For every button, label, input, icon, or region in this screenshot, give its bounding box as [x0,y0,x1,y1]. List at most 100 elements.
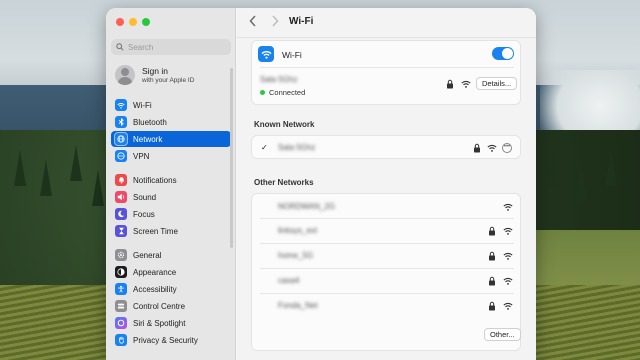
wifi-label: Wi-Fi [282,50,302,60]
search-input[interactable] [128,42,228,52]
sidebar-group-network: Wi-Fi Bluetooth Network VPN [111,97,231,165]
sidebar-item-label: Bluetooth [133,117,167,127]
appearance-icon [115,266,127,278]
close-window-button[interactable] [116,18,124,26]
lock-icon [489,301,495,311]
connection-status: Connected [260,88,305,97]
network-name: casa4 [278,276,300,285]
wifi-signal-icon [503,227,513,235]
sidebar-item-label: Notifications [133,175,177,185]
hourglass-icon [115,225,127,237]
sidebar-item-label: Control Centre [133,301,186,311]
sidebar-item-accessibility[interactable]: Accessibility [111,281,231,297]
wifi-pane: Wi-Fi Wi-Fi Sala 5Ghz Connected Details.… [237,8,536,360]
zoom-window-button[interactable] [142,18,150,26]
list-item[interactable]: casa4 [252,269,522,293]
sidebar-item-label: Sound [133,192,157,202]
current-network-name: Sala 5Ghz [260,75,298,84]
lock-icon [489,251,495,261]
avatar [115,65,135,85]
window-controls [116,18,150,26]
sidebar-item-general[interactable]: General [111,247,231,263]
wifi-icon [258,46,274,62]
forward-button[interactable] [268,15,282,29]
sidebar-item-notifications[interactable]: Notifications [111,172,231,188]
network-name: home_5G [278,251,314,260]
network-name: linksys_ext [278,226,318,235]
wifi-signal-icon [503,302,513,310]
sidebar-item-focus[interactable]: Focus [111,206,231,222]
wifi-signal-icon [461,80,471,88]
sidebar-item-appearance[interactable]: Appearance [111,264,231,280]
sidebar-search[interactable] [111,39,231,55]
wifi-signal-icon [503,203,513,211]
list-item[interactable]: linksys_ext [252,219,522,243]
lock-icon [489,226,495,236]
list-item[interactable]: Fonda_Net [252,294,522,318]
details-button[interactable]: Details... [476,77,518,90]
sidebar-group-general: General Appearance Accessibility Control… [111,247,231,349]
lock-icon [474,143,480,153]
sidebar-item-wifi[interactable]: Wi-Fi [111,97,231,113]
search-icon [116,43,124,51]
list-item[interactable]: home_5G [252,244,522,268]
sidebar-group-notifications: Notifications Sound Focus Screen Time [111,172,231,240]
sidebar-item-label: Screen Time [133,226,178,236]
wifi-toggle[interactable] [492,47,514,60]
control-centre-icon [115,300,127,312]
back-button[interactable] [246,15,260,29]
more-options-button[interactable]: ••• [502,143,512,153]
other-networks-list: NORDWAN_2G linksys_ext home_5G casa4 Fon… [251,193,521,351]
sidebar-scrollbar[interactable] [230,68,233,248]
sidebar-item-label: Privacy & Security [133,335,198,345]
apple-id-sign-in[interactable]: Sign in with your Apple ID [115,65,194,85]
sidebar-item-privacy-security[interactable]: Privacy & Security [111,332,231,348]
list-item[interactable]: NORDWAN_2G [252,194,522,218]
page-title: Wi-Fi [289,16,314,27]
gear-icon [115,249,127,261]
sidebar-item-control-centre[interactable]: Control Centre [111,298,231,314]
lock-icon [447,79,453,89]
toolbar: Wi-Fi [237,8,536,38]
account-name: Sign in [142,66,168,76]
sidebar-item-label: Focus [133,209,155,219]
wifi-signal-icon [503,252,513,260]
bluetooth-icon [115,116,127,128]
sidebar: Sign in with your Apple ID Wi-Fi Bluetoo… [106,8,236,360]
connected-dot [260,90,265,95]
known-networks-list: ✓ Sala 5Ghz ••• [251,135,521,159]
hand-icon [115,334,127,346]
wifi-signal-icon [487,144,497,152]
sidebar-item-label: Appearance [133,267,177,277]
bell-icon [115,174,127,186]
sidebar-item-label: Wi-Fi [133,100,152,110]
minimize-window-button[interactable] [129,18,137,26]
sidebar-item-screen-time[interactable]: Screen Time [111,223,231,239]
sidebar-item-bluetooth[interactable]: Bluetooth [111,114,231,130]
wifi-signal-icon [503,277,513,285]
other-network-button[interactable]: Other... [484,328,521,341]
accessibility-icon [115,283,127,295]
divider [260,67,514,68]
account-subtitle: with your Apple ID [142,77,195,84]
sidebar-item-sound[interactable]: Sound [111,189,231,205]
speaker-icon [115,191,127,203]
sidebar-item-label: VPN [133,151,150,161]
globe-icon [115,133,127,145]
sidebar-item-network[interactable]: Network [111,131,231,147]
sidebar-item-label: Accessibility [133,284,177,294]
checkmark-icon: ✓ [261,143,268,152]
network-name: Sala 5Ghz [278,143,316,152]
list-item[interactable]: ✓ Sala 5Ghz ••• [252,136,522,160]
sidebar-item-label: General [133,250,162,260]
system-settings-window: Sign in with your Apple ID Wi-Fi Bluetoo… [106,8,536,360]
vpn-icon [115,150,127,162]
known-networks-heading: Known Network [254,120,315,129]
sidebar-item-label: Siri & Spotlight [133,318,186,328]
sidebar-item-siri-spotlight[interactable]: Siri & Spotlight [111,315,231,331]
sidebar-item-label: Network [133,134,163,144]
siri-icon [115,317,127,329]
sidebar-item-vpn[interactable]: VPN [111,148,231,164]
lock-icon [489,276,495,286]
moon-icon [115,208,127,220]
